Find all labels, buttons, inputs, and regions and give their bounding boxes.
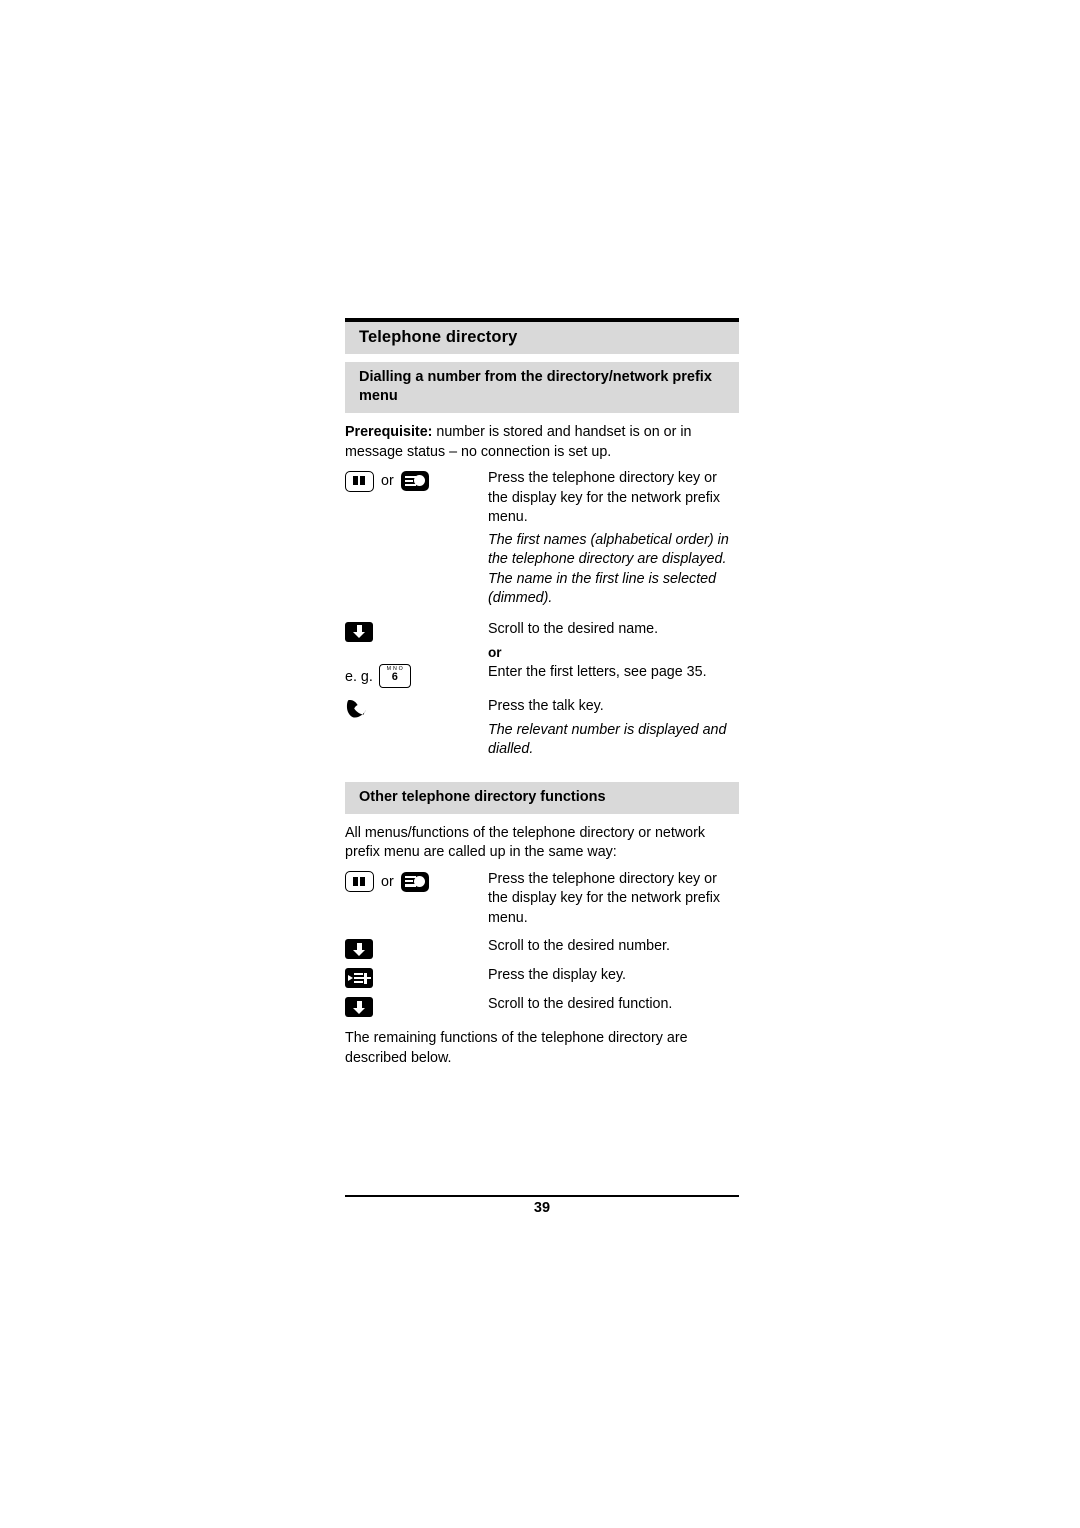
chapter-title-band: Telephone directory xyxy=(345,322,739,354)
step-keys xyxy=(345,619,488,643)
prerequisite-label: Prerequisite: xyxy=(345,424,433,440)
section-heading-1: Dialling a number from the directory/net… xyxy=(359,369,712,404)
page-content: Telephone directory Dialling a number fr… xyxy=(345,318,739,1068)
prerequisite-paragraph: Prerequisite: number is stored and hands… xyxy=(345,423,739,462)
section-2-closing: The remaining functions of the telephone… xyxy=(345,1030,688,1066)
section-heading-2: Other telephone directory functions xyxy=(359,788,606,805)
step-row: Scroll to the desired number. xyxy=(345,936,739,960)
step-text: Scroll to the desired name. xyxy=(488,620,659,637)
step-text: Press the talk key. xyxy=(488,697,604,714)
step-keys xyxy=(345,994,488,1018)
step-note-row: The first names (alphabetical order) in … xyxy=(345,530,739,609)
steps-list-1: or Press the telephone directory key or … xyxy=(345,468,739,760)
section-heading-band-1: Dialling a number from the directory/net… xyxy=(345,362,739,413)
footer-rule xyxy=(345,1195,739,1197)
display-key-icon xyxy=(400,871,429,892)
step-text: Scroll to the desired number. xyxy=(488,938,670,954)
step-row: e. g. M N O 6 Enter the first letters, s… xyxy=(345,662,739,688)
step-row: Press the talk key. xyxy=(345,696,739,720)
step-text: Press the telephone directory key or the… xyxy=(488,870,721,926)
step-text: Press the display key. xyxy=(488,967,626,983)
key6-digit: 6 xyxy=(391,671,398,683)
or-label: or xyxy=(381,473,394,489)
step-note: The relevant number is displayed and dia… xyxy=(488,721,727,758)
section-heading-band-2: Other telephone directory functions xyxy=(345,781,739,814)
page-number: 39 xyxy=(533,1200,551,1216)
or-label: or xyxy=(381,873,394,890)
step-text: Scroll to the desired function. xyxy=(488,996,673,1012)
step-row: Scroll to the desired function. xyxy=(345,994,739,1018)
step-keys-empty xyxy=(345,720,488,744)
step-row: Scroll to the desired name. xyxy=(345,619,739,643)
display-key-plus-icon xyxy=(345,968,373,988)
manual-page: Telephone directory Dialling a number fr… xyxy=(0,0,1080,1528)
or-separator: or xyxy=(488,644,502,660)
step-keys xyxy=(345,696,488,720)
step-keys-empty xyxy=(345,530,488,554)
number-key-6-icon: M N O 6 xyxy=(378,663,411,688)
step-text: Press the telephone directory key or the… xyxy=(488,470,721,525)
step-keys xyxy=(345,936,488,960)
step-note: The first names (alphabetical order) in … xyxy=(488,531,729,607)
talk-key-icon xyxy=(345,698,367,720)
step-row: Press the display key. xyxy=(345,965,739,989)
eg-label: e. g. xyxy=(345,669,373,685)
step-row: or Press the telephone directory key or … xyxy=(345,468,739,528)
phonebook-key-icon xyxy=(345,470,374,492)
step-row: or Press the telephone directory key or … xyxy=(345,869,739,929)
step-note-row: The relevant number is displayed and dia… xyxy=(345,720,739,760)
section-2-intro: All menus/functions of the telephone dir… xyxy=(345,824,705,861)
step-keys: or xyxy=(345,869,488,893)
display-key-icon xyxy=(400,471,429,491)
step-keys xyxy=(345,965,488,989)
steps-list-2: or Press the telephone directory key or … xyxy=(345,869,739,1019)
scroll-down-key-icon xyxy=(345,939,373,959)
scroll-down-key-icon xyxy=(345,621,373,642)
step-keys: or xyxy=(345,468,488,492)
scroll-down-key-icon xyxy=(345,997,373,1017)
step-text: Enter the first letters, see page 35. xyxy=(488,663,707,680)
chapter-title: Telephone directory xyxy=(359,328,518,346)
phonebook-key-icon xyxy=(345,871,374,892)
step-keys: e. g. M N O 6 xyxy=(345,662,488,688)
